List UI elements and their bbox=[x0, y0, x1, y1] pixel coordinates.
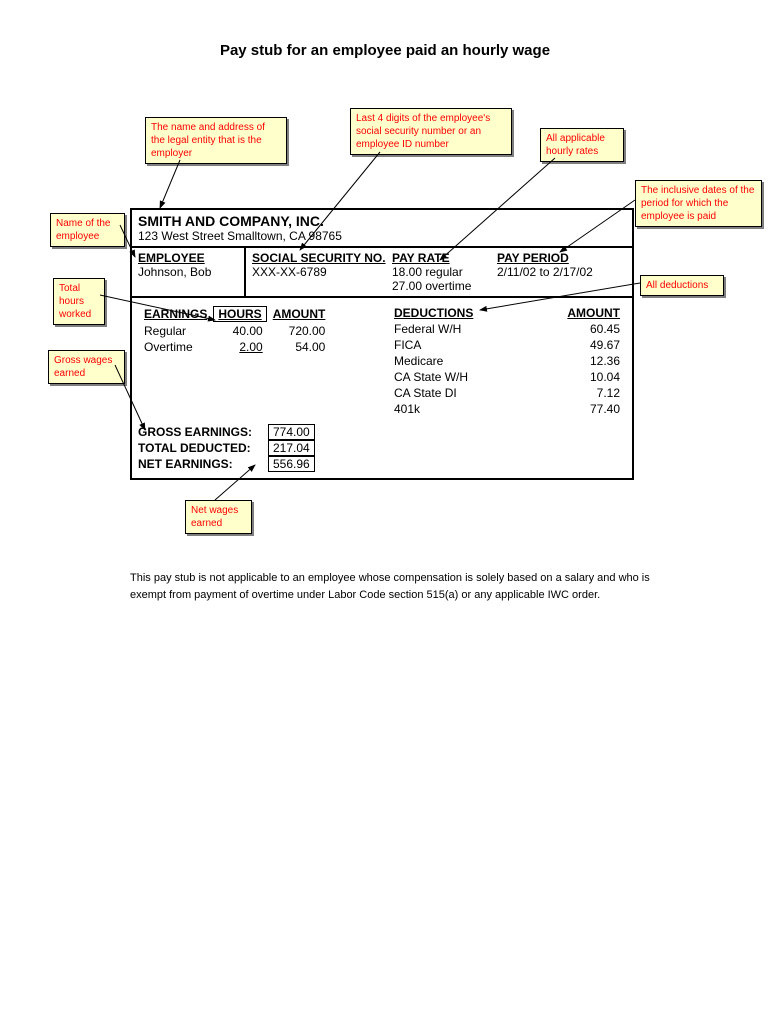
totals-section: GROSS EARNINGS: 774.00 TOTAL DEDUCTED: 2… bbox=[132, 424, 632, 478]
payperiod-value: 2/11/02 to 2/17/02 bbox=[497, 265, 593, 279]
deductions-block: DEDUCTIONS AMOUNT Federal W/H60.45 FICA4… bbox=[388, 304, 626, 418]
deduction-row: CA State DI7.12 bbox=[390, 386, 624, 400]
earnings-table: EARNINGS HOURS AMOUNT Regular 40.00 720.… bbox=[138, 304, 331, 356]
earnings-hours: 40.00 bbox=[213, 324, 266, 338]
payrate-2: 27.00 overtime bbox=[392, 279, 497, 293]
callout-net: Net wages earned bbox=[185, 500, 252, 534]
earnings-label: Regular bbox=[140, 324, 211, 338]
deduction-row: Federal W/H60.45 bbox=[390, 322, 624, 336]
earnings-col-header: EARNINGS bbox=[140, 306, 211, 322]
callout-gross: Gross wages earned bbox=[48, 350, 125, 384]
employee-cell: EMPLOYEE Johnson, Bob bbox=[132, 248, 244, 296]
payrate-1: 18.00 regular bbox=[392, 265, 497, 279]
hours-col-header: HOURS bbox=[213, 306, 266, 322]
payperiod-header: PAY PERIOD bbox=[497, 251, 593, 265]
employee-header: EMPLOYEE bbox=[138, 251, 238, 265]
ssn-value: XXX-XX-6789 bbox=[252, 265, 392, 279]
net-value: 556.96 bbox=[268, 456, 315, 472]
deduction-row: Medicare12.36 bbox=[390, 354, 624, 368]
gross-value: 774.00 bbox=[268, 424, 315, 440]
earnings-row: Overtime 2.00 54.00 bbox=[140, 340, 329, 354]
callout-rates: All applicable hourly rates bbox=[540, 128, 624, 162]
deductions-table: DEDUCTIONS AMOUNT Federal W/H60.45 FICA4… bbox=[388, 304, 626, 418]
earnings-amount: 54.00 bbox=[269, 340, 330, 354]
callout-employee-name: Name of the employee bbox=[50, 213, 125, 247]
company-section: SMITH AND COMPANY, INC. 123 West Street … bbox=[132, 210, 632, 248]
amount-col-header: AMOUNT bbox=[269, 306, 330, 322]
deduction-row: FICA49.67 bbox=[390, 338, 624, 352]
body-row: EARNINGS HOURS AMOUNT Regular 40.00 720.… bbox=[132, 298, 632, 424]
callout-ssn: Last 4 digits of the employee's social s… bbox=[350, 108, 512, 155]
callout-deductions: All deductions bbox=[640, 275, 724, 296]
gross-label: GROSS EARNINGS: bbox=[138, 425, 268, 439]
deduction-row: CA State W/H10.04 bbox=[390, 370, 624, 384]
earnings-label: Overtime bbox=[140, 340, 211, 354]
company-address: 123 West Street Smalltown, CA 98765 bbox=[138, 229, 626, 243]
earnings-hours: 2.00 bbox=[213, 340, 266, 354]
deducted-value: 217.04 bbox=[268, 440, 315, 456]
earnings-row: Regular 40.00 720.00 bbox=[140, 324, 329, 338]
footer-note: This pay stub is not applicable to an em… bbox=[130, 570, 650, 603]
info-row: EMPLOYEE Johnson, Bob SOCIAL SECURITY NO… bbox=[132, 248, 632, 298]
callout-employer: The name and address of the legal entity… bbox=[145, 117, 287, 164]
net-label: NET EARNINGS: bbox=[138, 457, 268, 471]
earnings-amount: 720.00 bbox=[269, 324, 330, 338]
info-rest: SOCIAL SECURITY NO. XXX-XX-6789 PAY RATE… bbox=[244, 248, 632, 296]
paystub-container: SMITH AND COMPANY, INC. 123 West Street … bbox=[130, 208, 634, 480]
company-name: SMITH AND COMPANY, INC. bbox=[138, 213, 626, 229]
payrate-header: PAY RATE bbox=[392, 251, 497, 265]
deductions-col-header: DEDUCTIONS bbox=[390, 306, 527, 320]
ssn-header: SOCIAL SECURITY NO. bbox=[252, 251, 392, 265]
page-title: Pay stub for an employee paid an hourly … bbox=[0, 42, 770, 59]
earnings-block: EARNINGS HOURS AMOUNT Regular 40.00 720.… bbox=[138, 304, 368, 418]
deductions-amount-header: AMOUNT bbox=[529, 306, 624, 320]
deducted-label: TOTAL DEDUCTED: bbox=[138, 441, 268, 455]
deduction-row: 401k77.40 bbox=[390, 402, 624, 416]
callout-period: The inclusive dates of the period for wh… bbox=[635, 180, 762, 227]
employee-name: Johnson, Bob bbox=[138, 265, 238, 279]
callout-hours: Total hours worked bbox=[53, 278, 105, 325]
